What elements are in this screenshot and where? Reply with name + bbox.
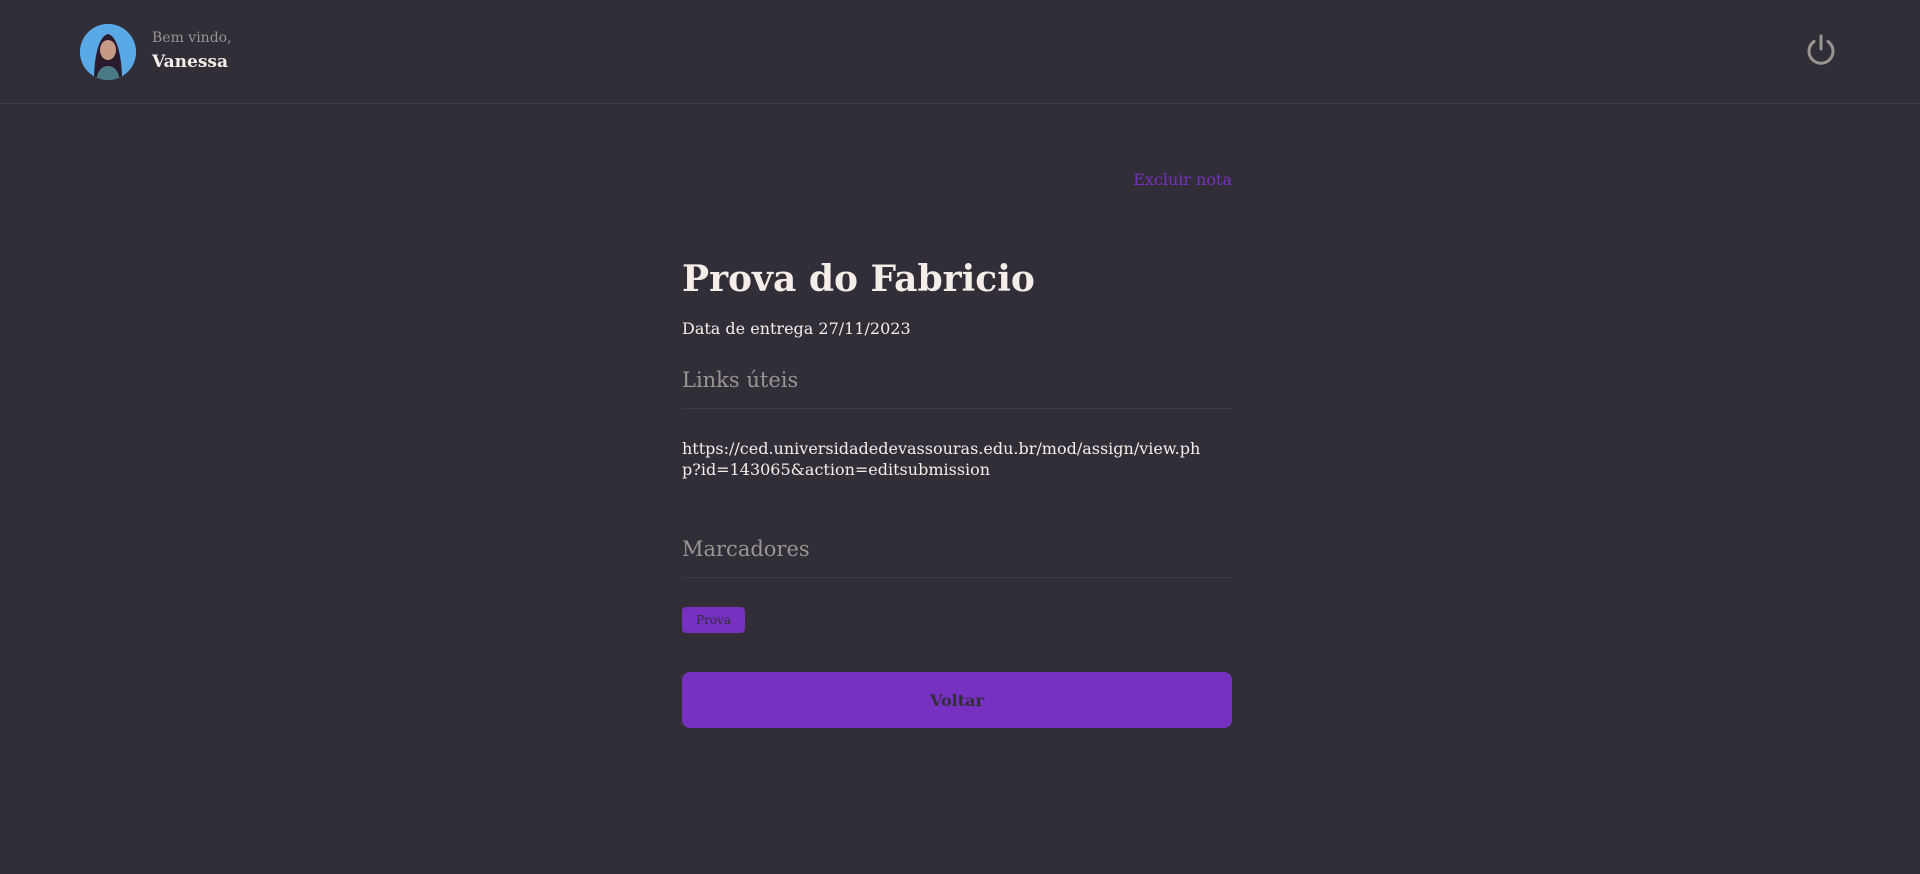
links-section-title: Links úteis	[682, 366, 1232, 409]
user-name[interactable]: Vanessa	[152, 49, 232, 75]
welcome-block: Bem vindo, Vanessa	[152, 29, 232, 75]
user-profile: Bem vindo, Vanessa	[80, 24, 232, 80]
user-avatar-icon	[80, 24, 136, 80]
avatar[interactable]	[80, 24, 136, 80]
due-date: Data de entrega 27/11/2023	[682, 319, 911, 338]
useful-link[interactable]: https://ced.universidadedevassouras.edu.…	[682, 438, 1212, 480]
tag-badge: Prova	[682, 607, 745, 633]
back-button[interactable]: Voltar	[682, 672, 1232, 728]
power-icon	[1807, 34, 1835, 65]
delete-note-link[interactable]: Excluir nota	[1133, 170, 1232, 190]
markers-section-title: Marcadores	[682, 535, 1232, 578]
top-header: Bem vindo, Vanessa	[0, 0, 1920, 104]
welcome-label: Bem vindo,	[152, 30, 232, 46]
logout-button[interactable]	[1803, 32, 1839, 68]
page-title: Prova do Fabricio	[682, 258, 1035, 300]
